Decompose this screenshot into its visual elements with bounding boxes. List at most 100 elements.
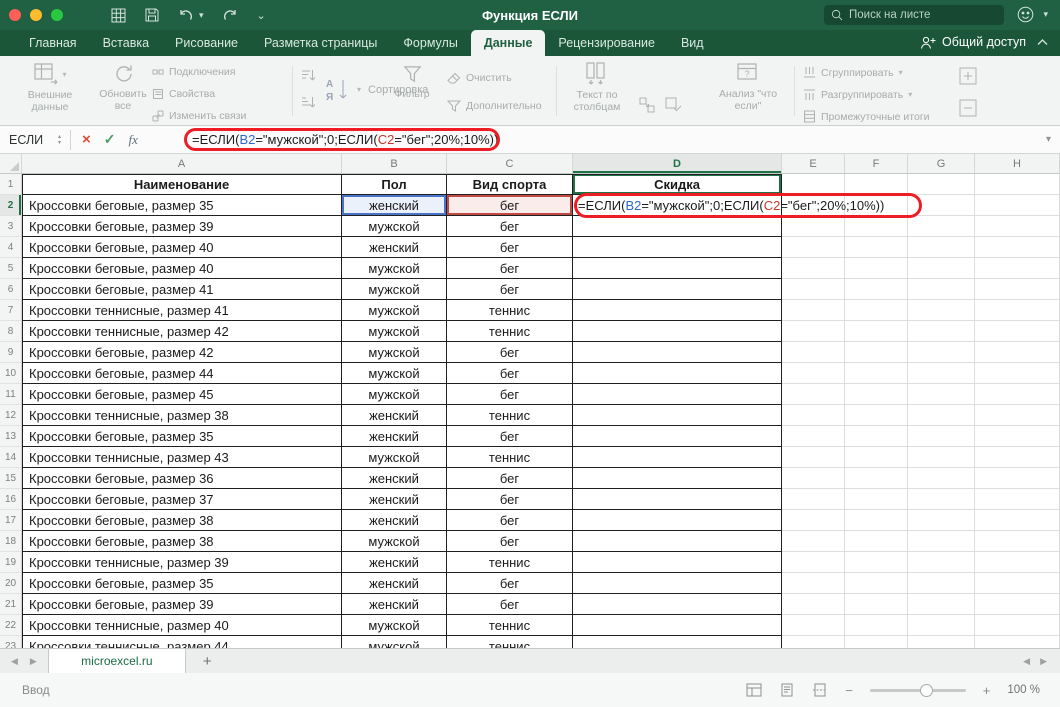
confirm-entry-icon[interactable]: ✓ (104, 131, 116, 148)
cell-gender[interactable]: женский (342, 468, 447, 489)
cell[interactable] (782, 489, 845, 510)
cell[interactable] (845, 363, 908, 384)
redo-icon[interactable] (223, 9, 238, 22)
tab-Рисование[interactable]: Рисование (162, 30, 251, 56)
tab-Формулы[interactable]: Формулы (390, 30, 470, 56)
prev-sheet-icon[interactable]: ◀ (11, 656, 18, 667)
cell[interactable] (845, 342, 908, 363)
row-header-21[interactable]: 21 (0, 594, 22, 615)
cell-sport[interactable]: бег (447, 426, 573, 447)
tab-Данные[interactable]: Данные (471, 30, 546, 56)
cell-name[interactable]: Кроссовки теннисные, размер 42 (22, 321, 342, 342)
filter-button[interactable]: Фильтр (388, 64, 436, 100)
cell[interactable] (782, 510, 845, 531)
cell[interactable] (845, 174, 908, 195)
column-header-D[interactable]: D (573, 154, 782, 173)
cell[interactable] (908, 636, 975, 648)
header-cell[interactable]: Наименование (22, 174, 342, 195)
advanced-button[interactable]: Дополнительно (447, 99, 542, 113)
cell-gender[interactable]: мужской (342, 531, 447, 552)
cell[interactable] (845, 468, 908, 489)
cell[interactable] (975, 510, 1060, 531)
cell-sport[interactable]: теннис (447, 405, 573, 426)
cell-name[interactable]: Кроссовки беговые, размер 37 (22, 489, 342, 510)
maximize-button[interactable] (51, 9, 63, 21)
scroll-tabs-left-icon[interactable]: ◀ (1023, 656, 1030, 667)
cell[interactable] (782, 468, 845, 489)
cell[interactable] (908, 468, 975, 489)
row-header-12[interactable]: 12 (0, 405, 22, 426)
row-header-22[interactable]: 22 (0, 615, 22, 636)
undo-caret-icon[interactable]: ▾ (199, 10, 204, 21)
cell[interactable] (975, 195, 1060, 216)
row-header-4[interactable]: 4 (0, 237, 22, 258)
cell[interactable] (908, 363, 975, 384)
cell[interactable] (782, 552, 845, 573)
tab-Главная[interactable]: Главная (16, 30, 90, 56)
cell-discount[interactable] (573, 237, 782, 258)
cell[interactable] (975, 468, 1060, 489)
group-button[interactable]: Сгруппировать ▾ (803, 66, 903, 79)
search-box[interactable]: Поиск на листе (824, 5, 1004, 25)
cell-discount[interactable] (573, 279, 782, 300)
cell-gender[interactable]: мужской (342, 636, 447, 648)
cell-discount[interactable] (573, 531, 782, 552)
cell-gender[interactable]: женский (342, 489, 447, 510)
row-header-19[interactable]: 19 (0, 552, 22, 573)
cell[interactable] (975, 363, 1060, 384)
cell-name[interactable]: Кроссовки беговые, размер 39 (22, 594, 342, 615)
view-switcher-icon[interactable] (111, 8, 126, 23)
cell-sport[interactable]: бег (447, 489, 573, 510)
cell[interactable] (845, 216, 908, 237)
ungroup-button[interactable]: Разгруппировать ▾ (803, 88, 912, 101)
zoom-out-button[interactable]: − (845, 683, 853, 698)
cell-name[interactable]: Кроссовки беговые, размер 41 (22, 279, 342, 300)
cell[interactable] (782, 447, 845, 468)
cell-discount[interactable] (573, 426, 782, 447)
cell[interactable] (908, 405, 975, 426)
cell[interactable] (975, 321, 1060, 342)
scroll-tabs-right-icon[interactable]: ▶ (1040, 656, 1047, 667)
cell[interactable] (782, 426, 845, 447)
sort-asc-icon[interactable] (300, 68, 316, 82)
cell[interactable] (975, 426, 1060, 447)
cell-gender[interactable]: мужской (342, 258, 447, 279)
cell[interactable] (975, 237, 1060, 258)
cell[interactable] (782, 573, 845, 594)
cell-name[interactable]: Кроссовки беговые, размер 40 (22, 258, 342, 279)
cell[interactable] (975, 216, 1060, 237)
column-header-G[interactable]: G (908, 154, 975, 173)
cell-name[interactable]: Кроссовки беговые, размер 44 (22, 363, 342, 384)
formula-text[interactable]: =ЕСЛИ(B2="мужской";0;ЕСЛИ(C2="бег";20%;1… (192, 126, 498, 153)
tab-Вид[interactable]: Вид (668, 30, 717, 56)
hide-detail-icon[interactable] (958, 98, 978, 118)
cell-gender[interactable]: женский (342, 552, 447, 573)
cell[interactable] (975, 174, 1060, 195)
edit-links-button[interactable]: Изменить связи (152, 110, 246, 122)
cell-sport[interactable]: бег (447, 594, 573, 615)
cell[interactable] (908, 615, 975, 636)
cell[interactable] (845, 300, 908, 321)
cell-sport[interactable]: бег (447, 279, 573, 300)
row-header-14[interactable]: 14 (0, 447, 22, 468)
cell-gender[interactable]: мужской (342, 342, 447, 363)
cell[interactable] (845, 237, 908, 258)
cell[interactable] (908, 531, 975, 552)
cell-sport[interactable]: бег (447, 216, 573, 237)
zoom-slider-knob[interactable] (920, 684, 933, 697)
cell[interactable] (908, 426, 975, 447)
cell[interactable] (845, 552, 908, 573)
zoom-percentage[interactable]: 100 % (1007, 684, 1040, 696)
name-box[interactable]: ЕСЛИ (0, 133, 58, 147)
cell[interactable] (845, 258, 908, 279)
cell-discount[interactable] (573, 342, 782, 363)
cell-name[interactable]: Кроссовки беговые, размер 38 (22, 531, 342, 552)
row-header-17[interactable]: 17 (0, 510, 22, 531)
cell[interactable] (908, 573, 975, 594)
cell[interactable] (908, 447, 975, 468)
cell-name[interactable]: Кроссовки беговые, размер 42 (22, 342, 342, 363)
share-button[interactable]: Общий доступ (920, 35, 1026, 49)
row-header-6[interactable]: 6 (0, 279, 22, 300)
cell[interactable] (782, 258, 845, 279)
cell-sport[interactable]: теннис (447, 636, 573, 648)
